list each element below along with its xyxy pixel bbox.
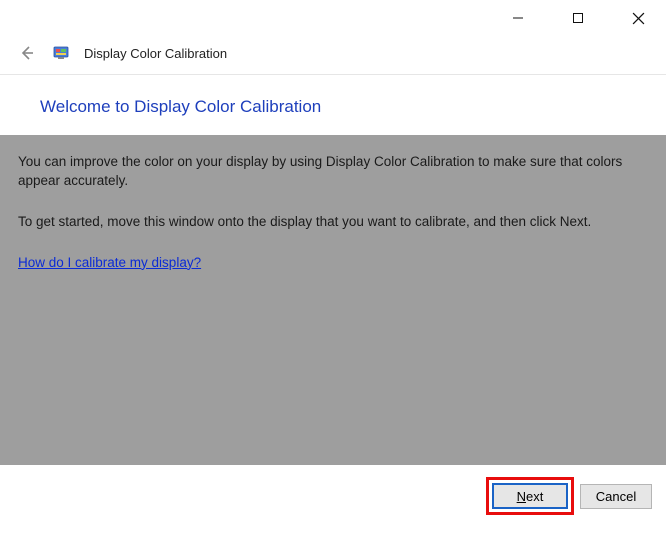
heading-area: Welcome to Display Color Calibration xyxy=(0,75,666,135)
header: Display Color Calibration xyxy=(0,36,666,75)
window-title: Display Color Calibration xyxy=(84,46,227,61)
content-area: You can improve the color on your displa… xyxy=(0,135,666,465)
next-button[interactable]: Next xyxy=(492,483,568,509)
maximize-button[interactable] xyxy=(560,4,596,32)
intro-text-1: You can improve the color on your displa… xyxy=(18,153,648,191)
minimize-button[interactable] xyxy=(500,4,536,32)
intro-text-2: To get started, move this window onto th… xyxy=(18,213,648,232)
page-heading: Welcome to Display Color Calibration xyxy=(40,97,626,117)
cancel-button[interactable]: Cancel xyxy=(580,484,652,509)
next-rest: ext xyxy=(526,489,543,504)
footer: Next Cancel xyxy=(0,465,666,527)
close-button[interactable] xyxy=(620,4,656,32)
titlebar xyxy=(0,0,666,36)
back-arrow-icon[interactable] xyxy=(16,42,38,64)
help-link[interactable]: How do I calibrate my display? xyxy=(18,254,201,273)
app-icon xyxy=(52,44,70,62)
next-button-highlight: Next xyxy=(486,477,574,515)
next-accel: N xyxy=(517,489,526,504)
